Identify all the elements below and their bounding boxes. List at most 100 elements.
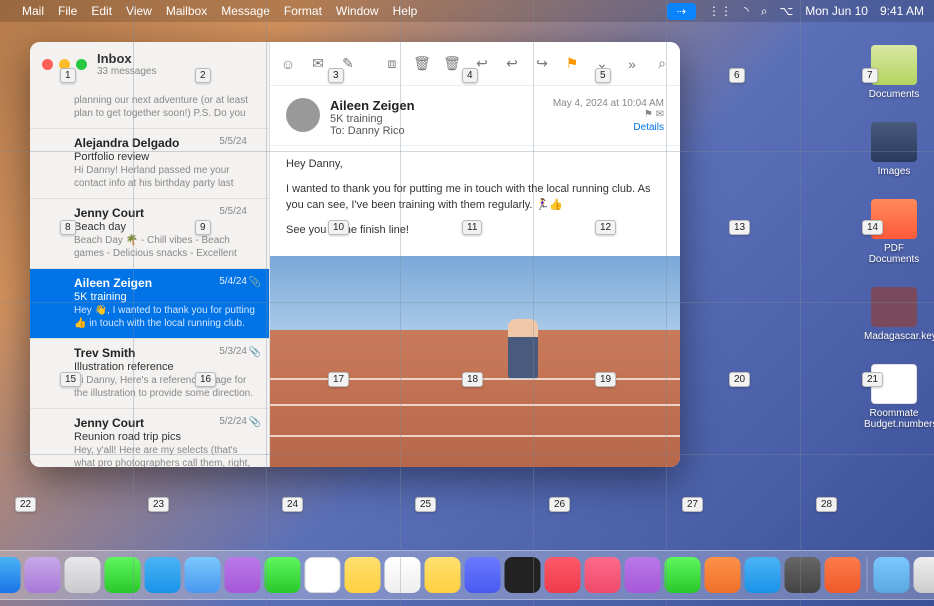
dock-news[interactable] [585, 557, 621, 593]
details-link[interactable]: Details [553, 122, 664, 133]
menu-edit[interactable]: Edit [91, 4, 112, 18]
menubar-time[interactable]: 9:41 AM [880, 4, 924, 18]
desktop-item-images[interactable]: Images [864, 122, 924, 177]
voice-control-indicator-icon[interactable]: ⇢ [667, 3, 696, 20]
menu-view[interactable]: View [126, 4, 152, 18]
grid-num[interactable]: 27 [682, 497, 703, 512]
grid-num[interactable]: 6 [729, 68, 745, 83]
grid-num[interactable]: 24 [282, 497, 303, 512]
mailbox-count: 33 messages [97, 66, 257, 77]
dock-separator [867, 557, 868, 593]
dock-numbers[interactable] [665, 557, 701, 593]
desktop-items: Documents Images PDF Documents Madagasca… [864, 45, 924, 430]
header-from: Aileen Zeigen [330, 98, 543, 113]
desktop-item-documents[interactable]: Documents [864, 45, 924, 100]
mail-icon[interactable]: ✉ [310, 56, 326, 72]
menu-file[interactable]: File [58, 4, 77, 18]
dock-pages[interactable] [705, 557, 741, 593]
body-p1: I wanted to thank you for putting me in … [286, 181, 664, 214]
message-row[interactable]: Trev Smith5/3/24📎Illustration referenceH… [30, 339, 269, 409]
grid-num[interactable]: 25 [415, 497, 436, 512]
dock-iphone[interactable] [825, 557, 861, 593]
dock-messages[interactable] [105, 557, 141, 593]
message-list[interactable]: planning our next adventure (or at least… [30, 86, 269, 467]
menubar-date[interactable]: Mon Jun 10 [805, 4, 868, 18]
grid-num[interactable]: 26 [549, 497, 570, 512]
dock-safari[interactable] [785, 557, 821, 593]
msg-preview: Hi Danny! Herland passed me your contact… [74, 164, 257, 190]
forward-icon[interactable]: ↪ [534, 56, 550, 72]
dock-finder[interactable] [0, 557, 21, 593]
dock-launchpad[interactable] [25, 557, 61, 593]
dock-facetime[interactable] [265, 557, 301, 593]
grid-num[interactable]: 28 [816, 497, 837, 512]
rules-icon[interactable]: ☺ [280, 56, 296, 72]
desktop-item-label: Images [878, 166, 911, 177]
menu-mailbox[interactable]: Mailbox [166, 4, 207, 18]
msg-date: 5/5/24 [219, 136, 247, 147]
message-image [270, 256, 680, 467]
msg-subject: Beach day [74, 221, 257, 233]
body-greeting: Hey Danny, [286, 156, 664, 173]
dock-settings[interactable] [65, 557, 101, 593]
dock-music[interactable] [545, 557, 581, 593]
msg-date: 5/3/24 [219, 346, 247, 357]
reply-icon[interactable]: ↩ [474, 56, 490, 72]
flag-icon[interactable]: ⚑ [564, 56, 580, 72]
menu-window[interactable]: Window [336, 4, 379, 18]
close-button[interactable] [42, 59, 53, 70]
menu-message[interactable]: Message [221, 4, 270, 18]
more-icon[interactable]: » [624, 56, 640, 72]
dock-podcasts[interactable] [625, 557, 661, 593]
reply-all-icon[interactable]: ↩ [504, 56, 520, 72]
search-icon[interactable]: ⌕ [654, 56, 670, 72]
grid-num[interactable]: 22 [15, 497, 36, 512]
dock-reminders[interactable] [385, 557, 421, 593]
dock-maps[interactable] [185, 557, 221, 593]
wifi-signal-icon[interactable]: ◝ [744, 4, 749, 18]
dock-trash[interactable] [914, 557, 934, 593]
message-row[interactable]: Aileen Zeigen5/4/24📎5K trainingHey 👋, I … [30, 269, 269, 339]
grid-num[interactable]: 13 [729, 220, 750, 235]
grid-num[interactable]: 23 [148, 497, 169, 512]
control-center-icon[interactable]: ⌥ [779, 4, 793, 18]
chevron-down-icon[interactable]: ⌄ [594, 56, 610, 72]
message-row[interactable]: Jenny Court5/5/24Beach dayBeach Day 🌴 - … [30, 199, 269, 269]
menubar: Mail File Edit View Mailbox Message Form… [0, 0, 934, 22]
message-row[interactable]: planning our next adventure (or at least… [30, 86, 269, 129]
dock-contacts[interactable] [345, 557, 381, 593]
mail-window: Inbox 33 messages planning our next adve… [30, 42, 680, 467]
desktop-item-keynote[interactable]: Madagascar.key [864, 287, 924, 342]
message-row[interactable]: Jenny Court5/2/24📎Reunion road trip pics… [30, 409, 269, 467]
spotlight-icon[interactable]: ⌕ [761, 4, 768, 19]
grid-num[interactable]: 20 [729, 372, 750, 387]
msg-subject: Portfolio review [74, 151, 257, 163]
menu-app[interactable]: Mail [22, 4, 44, 18]
desktop-item-pdf[interactable]: PDF Documents [864, 199, 924, 265]
desktop-item-numbers[interactable]: Roommate Budget.numbers [864, 364, 924, 430]
menu-help[interactable]: Help [393, 4, 418, 18]
mailbox-title: Inbox [97, 51, 257, 66]
dock-downloads[interactable] [874, 557, 910, 593]
dock-photos[interactable] [225, 557, 261, 593]
dock-tv[interactable] [505, 557, 541, 593]
dock-notes[interactable] [425, 557, 461, 593]
message-row[interactable]: Alejandra Delgado5/5/24Portfolio reviewH… [30, 129, 269, 199]
compose-icon[interactable]: ✎ [340, 56, 356, 72]
minimize-button[interactable] [59, 59, 70, 70]
zoom-button[interactable] [76, 59, 87, 70]
archive-icon[interactable]: ⧈ [384, 56, 400, 72]
dock-calendar[interactable] [305, 557, 341, 593]
desktop-item-label: PDF Documents [869, 243, 920, 265]
msg-preview: Hey, y'all! Here are my selects (that's … [74, 444, 257, 467]
traffic-lights [42, 59, 87, 70]
trash-icon[interactable]: 🗑 [414, 56, 430, 72]
trash2-icon[interactable]: 🗑 [444, 56, 460, 72]
desktop-item-label: Roommate Budget.numbers [864, 408, 934, 430]
wifi-icon[interactable]: ⋮⋮ [708, 4, 732, 18]
msg-preview: planning our next adventure (or at least… [74, 94, 257, 120]
dock-mail[interactable] [145, 557, 181, 593]
dock-appstore[interactable] [745, 557, 781, 593]
dock-freeform[interactable] [465, 557, 501, 593]
menu-format[interactable]: Format [284, 4, 322, 18]
